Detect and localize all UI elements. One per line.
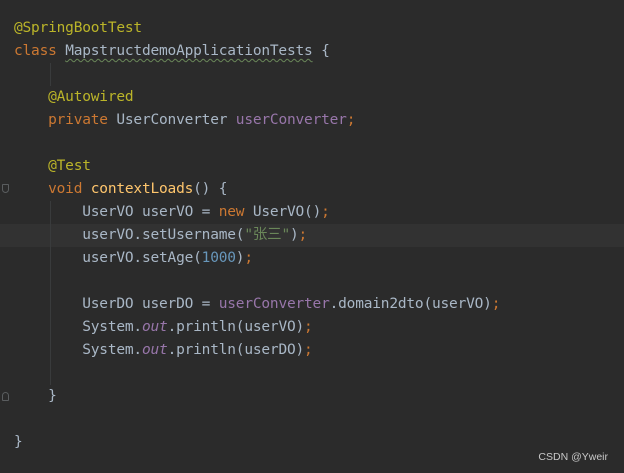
static-field-out: out xyxy=(141,319,168,335)
indent-guide xyxy=(50,339,51,362)
semicolon: ; xyxy=(491,296,501,312)
code-editor[interactable]: @SpringBootTest class MapstructdemoAppli… xyxy=(0,0,624,473)
open-brace: { xyxy=(312,43,330,59)
keyword-new: new xyxy=(218,204,253,220)
println-call: .println(userVO) xyxy=(167,319,305,335)
code-line-18[interactable] xyxy=(0,408,624,431)
code-line-11[interactable]: userVO.setAge(1000); xyxy=(0,247,624,270)
userdo-declaration: UserDO userDO = xyxy=(82,296,219,312)
class-name: MapstructdemoApplicationTests xyxy=(65,43,313,59)
semicolon: ; xyxy=(346,112,356,128)
setusername-call: userVO.setUsername( xyxy=(82,227,245,243)
code-line-5[interactable]: private UserConverter userConverter; xyxy=(0,109,624,132)
method-params-brace: () { xyxy=(193,181,228,197)
uservo-declaration: UserVO userVO = xyxy=(82,204,219,220)
annotation-autowired: @Autowired xyxy=(48,89,134,105)
domain2dto-call: .domain2dto(userVO) xyxy=(329,296,492,312)
annotation-test: @Test xyxy=(48,158,91,174)
indent-guide xyxy=(50,316,51,339)
field-userconverter: userConverter xyxy=(235,112,347,128)
code-line-9[interactable]: UserVO userVO = new UserVO(); xyxy=(0,201,624,224)
code-line-19[interactable]: } xyxy=(0,431,624,454)
indent-guide xyxy=(50,293,51,316)
keyword-private: private xyxy=(48,112,117,128)
code-line-3[interactable] xyxy=(0,63,624,86)
code-line-7[interactable]: @Test xyxy=(0,155,624,178)
method-contextloads: contextLoads xyxy=(90,181,194,197)
indent-guide xyxy=(50,247,51,270)
indent-guide xyxy=(50,362,51,385)
type-userconverter: UserConverter xyxy=(116,112,236,128)
setage-call: userVO.setAge( xyxy=(82,250,202,266)
code-line-12[interactable] xyxy=(0,270,624,293)
code-line-14[interactable]: System.out.println(userVO); xyxy=(0,316,624,339)
indent-guide xyxy=(50,224,51,247)
code-line-8[interactable]: void contextLoads() { xyxy=(0,178,624,201)
code-line-2[interactable]: class MapstructdemoApplicationTests { xyxy=(0,40,624,63)
code-line-10-current[interactable]: userVO.setUsername("张三"); xyxy=(0,224,624,247)
static-field-out: out xyxy=(141,342,168,358)
close-paren: ) xyxy=(290,227,299,243)
code-line-15[interactable]: System.out.println(userDO); xyxy=(0,339,624,362)
number-literal: 1000 xyxy=(201,250,236,266)
indent-guide xyxy=(50,270,51,293)
uservo-constructor: UserVO() xyxy=(252,204,322,220)
indent-guide xyxy=(50,201,51,224)
println-call: .println(userDO) xyxy=(167,342,305,358)
system-class: System. xyxy=(82,342,142,358)
semicolon: ; xyxy=(298,227,308,243)
code-line-6[interactable] xyxy=(0,132,624,155)
code-line-17[interactable]: } xyxy=(0,385,624,408)
indent-guide xyxy=(50,63,51,86)
annotation-springboottest: @SpringBootTest xyxy=(14,20,142,36)
semicolon: ; xyxy=(304,342,313,358)
close-brace-class: } xyxy=(14,434,23,450)
semicolon: ; xyxy=(321,204,330,220)
semicolon: ; xyxy=(304,319,313,335)
code-area[interactable]: @SpringBootTest class MapstructdemoAppli… xyxy=(0,17,624,454)
close-brace-method: } xyxy=(48,388,57,404)
field-userconverter-ref: userConverter xyxy=(218,296,330,312)
keyword-void: void xyxy=(48,181,91,197)
keyword-class: class xyxy=(14,43,66,59)
semicolon: ; xyxy=(244,250,253,266)
code-line-16[interactable] xyxy=(0,362,624,385)
code-line-13[interactable]: UserDO userDO = userConverter.domain2dto… xyxy=(0,293,624,316)
watermark: CSDN @Yweir xyxy=(538,451,608,463)
string-literal: "张三" xyxy=(244,227,290,243)
code-line-4[interactable]: @Autowired xyxy=(0,86,624,109)
code-line-1[interactable]: @SpringBootTest xyxy=(0,17,624,40)
system-class: System. xyxy=(82,319,142,335)
